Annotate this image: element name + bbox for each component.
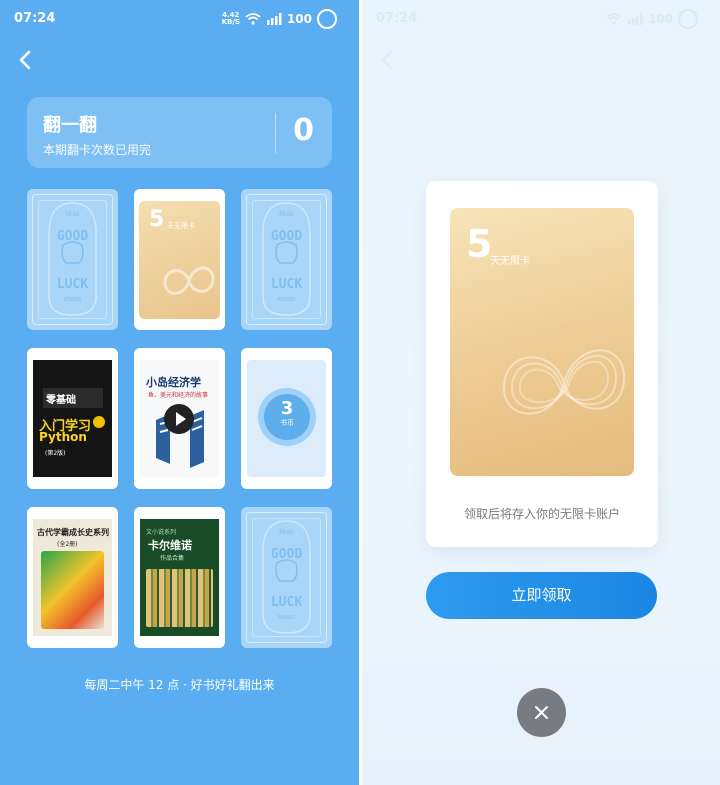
- good-luck-emblem-icon: READ GOOD LUCK REWARD: [262, 202, 311, 316]
- card-book-calvino[interactable]: 文小说系列 卡尔维诺 作品合集: [134, 507, 225, 648]
- card-book-python[interactable]: 零基础 入门学习 Python (第2版): [27, 348, 118, 489]
- net-speed-unit: KB/S: [221, 18, 240, 26]
- page-title: 翻一翻: [43, 115, 97, 136]
- card-back-read: READ: [65, 211, 80, 218]
- reward-modal: 5 天无限卡 领取后将存入你的无限卡账户: [426, 181, 658, 547]
- reward-note: 领取后将存入你的无限卡账户: [463, 507, 620, 521]
- unlimited-card-thumb: 5 天无限卡: [139, 201, 220, 319]
- wifi-icon: [606, 13, 622, 25]
- wifi-icon: [245, 13, 261, 25]
- badge-icon: [93, 416, 105, 428]
- card-book-economics[interactable]: 小岛经济学 鱼、美元和经济的故事: [134, 348, 225, 489]
- unlimited-card-days: 5: [149, 207, 165, 232]
- calvino-book-series: 文小说系列: [146, 529, 177, 536]
- good-luck-emblem-icon: READ GOOD LUCK REWARD: [48, 202, 97, 316]
- reward-card-label: 天无限卡: [490, 256, 530, 267]
- status-time: 07:24: [376, 11, 418, 26]
- card-back-luck: LUCK: [271, 595, 302, 610]
- status-bar: 07:24 4.42 KB/S 100: [0, 0, 359, 38]
- coin-face: 3 书币: [264, 394, 310, 440]
- card-back-reward: REWARD: [277, 297, 295, 303]
- close-icon: [535, 706, 548, 719]
- card-back-luck: LUCK: [271, 277, 302, 292]
- coin-unit: 书币: [280, 419, 294, 427]
- history-book-volume: (全2册): [57, 541, 78, 548]
- status-bar: 07:24 100: [362, 0, 720, 38]
- econ-book-subtitle: 鱼、美元和经济的故事: [148, 392, 209, 399]
- chevron-left-icon[interactable]: [14, 48, 38, 72]
- book-cover-calvino: 文小说系列 卡尔维诺 作品合集: [140, 519, 219, 636]
- footer-note: 每周二中午 12 点 · 好书好礼翻出来: [84, 678, 275, 692]
- battery-level: 100: [647, 12, 673, 26]
- python-book-title-line3: Python: [39, 430, 87, 444]
- coin-amount: 3: [280, 398, 294, 419]
- calvino-book-subtitle: 作品合集: [160, 555, 185, 562]
- card-back-reward: REWARD: [277, 615, 295, 621]
- card-coin-reward[interactable]: 3 书币: [241, 348, 332, 489]
- chevron-left-icon: [381, 50, 393, 70]
- battery-icon: [678, 9, 698, 29]
- signal-icon: [627, 13, 643, 25]
- card-book-history[interactable]: 古代学霸成长史系列 (全2册): [27, 507, 118, 648]
- calvino-cover-art: [146, 569, 213, 627]
- book-cover-economics: 小岛经济学 鱼、美元和经济的故事: [140, 360, 219, 477]
- infinity-icon: [502, 349, 626, 415]
- unlimited-card: 5 天无限卡: [450, 208, 634, 476]
- flip-summary-panel: 翻一翻 本期翻卡次数已用完 0: [27, 97, 332, 168]
- coin-icon: 3 书币: [258, 388, 316, 446]
- battery-icon: [317, 9, 337, 29]
- card-back-2[interactable]: READ GOOD LUCK REWARD: [241, 189, 332, 330]
- good-luck-emblem-icon: READ GOOD LUCK REWARD: [262, 520, 311, 634]
- calvino-book-title: 卡尔维诺: [148, 539, 192, 552]
- card-back-3[interactable]: READ GOOD LUCK REWARD: [241, 507, 332, 648]
- card-unlimited-reward[interactable]: 5 天无限卡: [134, 189, 225, 330]
- python-book-edition: (第2版): [45, 450, 66, 457]
- close-button[interactable]: [517, 688, 566, 737]
- status-icons: 4.42 KB/S 100: [222, 9, 337, 29]
- net-speed: 4.42 KB/S: [222, 12, 240, 26]
- history-cover-art: [41, 551, 104, 629]
- claim-now-button[interactable]: 立即领取: [426, 572, 657, 619]
- card-back-read: READ: [279, 211, 294, 218]
- play-icon[interactable]: [164, 404, 194, 434]
- card-back-read: READ: [279, 529, 294, 536]
- flip-status-text: 本期翻卡次数已用完: [43, 143, 152, 157]
- python-book-title-line1: 零基础: [43, 388, 103, 408]
- signal-icon: [266, 13, 282, 25]
- infinity-icon: [163, 266, 215, 295]
- coin-reward-thumb: 3 书币: [247, 360, 326, 477]
- remaining-flip-count: 0: [293, 113, 314, 148]
- battery-level: 100: [286, 12, 312, 26]
- flip-card-screen: 07:24 4.42 KB/S 100 翻一翻 本期翻卡次数已用完 0 READ…: [0, 0, 359, 785]
- unlimited-card-label: 天无限卡: [167, 222, 195, 230]
- reward-card-days: 5: [466, 222, 493, 266]
- card-back-1[interactable]: READ GOOD LUCK REWARD: [27, 189, 118, 330]
- econ-book-title: 小岛经济学: [146, 376, 201, 389]
- history-book-title: 古代学霸成长史系列: [37, 528, 109, 537]
- book-cover-python: 零基础 入门学习 Python (第2版): [33, 360, 112, 477]
- status-icons: 100: [606, 9, 698, 29]
- book-cover-history: 古代学霸成长史系列 (全2册): [33, 519, 112, 636]
- reward-modal-screen: 07:24 100 5 天无限卡 领取后将存入你的无限卡账户 立即领取: [362, 0, 720, 785]
- card-back-luck: LUCK: [57, 277, 88, 292]
- status-time: 07:24: [14, 11, 56, 26]
- card-back-reward: REWARD: [63, 297, 81, 303]
